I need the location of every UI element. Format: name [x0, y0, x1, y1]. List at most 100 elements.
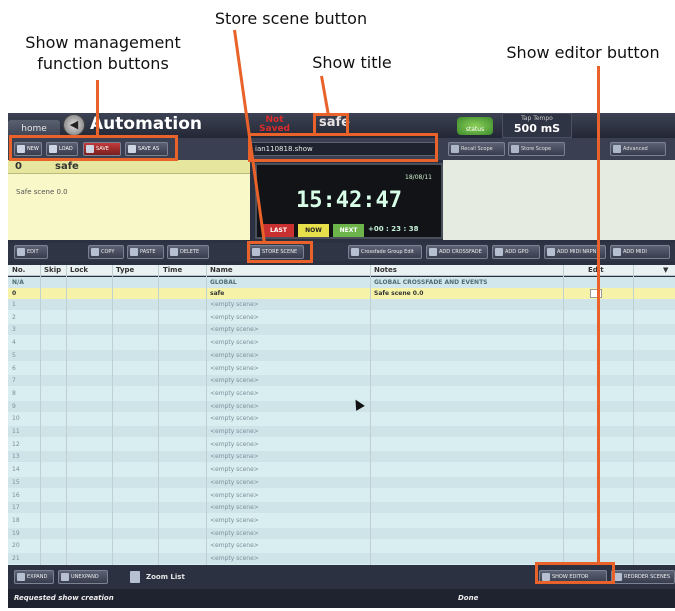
table-row[interactable]: 12 <empty scene>: [8, 439, 675, 450]
expand-button[interactable]: EXPAND: [14, 570, 54, 584]
row-name: <empty scene>: [210, 529, 259, 537]
current-scene-number: 0: [15, 161, 22, 172]
table-row[interactable]: 6 <empty scene>: [8, 363, 675, 374]
row-name: <empty scene>: [210, 491, 259, 499]
row-number: 19: [12, 529, 20, 537]
automation-window: home ◀ Automation Not Saved safe status …: [8, 113, 675, 608]
row-number: 9: [12, 402, 16, 410]
table-row[interactable]: 19 <empty scene>: [8, 527, 675, 539]
now-scene-button[interactable]: NOW: [298, 224, 329, 237]
col-time[interactable]: Time: [163, 266, 182, 274]
table-row[interactable]: 20 <empty scene>: [8, 540, 675, 551]
row-name: <empty scene>: [210, 440, 259, 448]
table-row[interactable]: 15 <empty scene>: [8, 476, 675, 488]
paste-icon: [130, 248, 138, 256]
table-row-selected[interactable]: 0 safe Safe scene 0.0: [8, 288, 675, 299]
advanced-icon: [613, 145, 621, 153]
add-gpo-label: ADD GPO: [505, 249, 529, 255]
col-skip[interactable]: Skip: [44, 266, 61, 274]
column-divider: [158, 265, 159, 565]
zoom-icon[interactable]: [130, 571, 140, 583]
store-icon: [511, 145, 519, 153]
col-type[interactable]: Type: [116, 266, 134, 274]
store-label: Store Scope: [521, 146, 552, 152]
table-row[interactable]: 8 <empty scene>: [8, 388, 675, 399]
annotation-show-management: Show management function buttons: [25, 33, 181, 73]
table-row[interactable]: 10 <empty scene>: [8, 413, 675, 424]
row-number: 10: [12, 415, 20, 423]
last-scene-button[interactable]: LAST: [263, 224, 294, 237]
col-no[interactable]: No.: [12, 266, 25, 274]
advanced-button[interactable]: Advanced: [610, 142, 666, 156]
table-row[interactable]: 9 <empty scene>: [8, 400, 675, 412]
table-row[interactable]: 4 <empty scene>: [8, 337, 675, 348]
delete-button[interactable]: DELETE: [167, 245, 209, 259]
back-arrow-icon[interactable]: ◀: [63, 114, 85, 136]
table-row[interactable]: 18 <empty scene>: [8, 515, 675, 526]
tap-tempo-value: 500 mS: [513, 122, 561, 135]
add-midi-button[interactable]: ADD MIDI: [610, 245, 670, 259]
next-scene-panel: [443, 160, 675, 240]
crossfade-group-edit-button[interactable]: Crossfade Group Edit: [348, 245, 422, 259]
table-row[interactable]: 1 <empty scene>: [8, 299, 675, 310]
col-notes[interactable]: Notes: [374, 266, 397, 274]
table-row[interactable]: 2 <empty scene>: [8, 312, 675, 323]
col-edit[interactable]: Edit: [588, 266, 604, 274]
recall-scope-button[interactable]: Recall Scope: [448, 142, 505, 156]
row-name: <empty scene>: [210, 364, 259, 372]
column-divider: [563, 265, 564, 565]
reorder-label: REORDER SCENES: [624, 574, 671, 580]
store-scope-button[interactable]: Store Scope: [508, 142, 565, 156]
table-row[interactable]: 3 <empty scene>: [8, 324, 675, 336]
table-row[interactable]: 17 <empty scene>: [8, 502, 675, 514]
status-message: Requested show creation: [14, 594, 114, 602]
row-notes: Safe scene 0.0: [374, 290, 424, 297]
tap-tempo[interactable]: Tap Tempo 500 mS: [502, 113, 572, 138]
add-gpo-button[interactable]: ADD GPO: [492, 245, 540, 259]
relative-time: +00 : 23 : 38: [368, 225, 419, 233]
add-midi-label: ADD MIDI: [623, 249, 647, 255]
annotation-store-scene: Store scene button: [214, 9, 368, 28]
annotation-show-editor: Show editor button: [506, 43, 660, 62]
row-number: 17: [12, 504, 20, 512]
column-divider: [633, 265, 634, 565]
recall-icon: [451, 145, 459, 153]
col-lock[interactable]: Lock: [70, 266, 88, 274]
paste-button[interactable]: PASTE: [127, 245, 164, 259]
zoom-list-label[interactable]: Zoom List: [146, 573, 185, 581]
col-name[interactable]: Name: [210, 266, 233, 274]
table-row[interactable]: 11 <empty scene>: [8, 426, 675, 437]
edit-button[interactable]: EDIT: [14, 245, 48, 259]
table-row[interactable]: 14 <empty scene>: [8, 464, 675, 475]
row-name: <empty scene>: [210, 466, 259, 474]
tap-tempo-label: Tap Tempo: [521, 115, 553, 122]
row-name: <empty scene>: [210, 428, 259, 435]
row-name: <empty scene>: [210, 351, 259, 359]
table-row[interactable]: 13 <empty scene>: [8, 451, 675, 463]
column-divider: [66, 265, 67, 565]
row-number: 1: [12, 301, 16, 308]
copy-button[interactable]: COPY: [88, 245, 124, 259]
next-scene-button[interactable]: NEXT: [333, 224, 364, 237]
clock-panel: 18/08/11 15:42:47 LAST NOW NEXT +00 : 23…: [255, 163, 443, 239]
callout-box-show-editor: [535, 562, 615, 584]
table-row[interactable]: 5 <empty scene>: [8, 349, 675, 361]
unexpand-button[interactable]: UNEXPAND: [58, 570, 108, 584]
callout-box-store-scene: [247, 241, 313, 263]
edit-label: EDIT: [27, 249, 39, 255]
column-menu-icon[interactable]: ▼: [663, 266, 668, 274]
reorder-scenes-button[interactable]: REORDER SCENES: [611, 570, 675, 584]
edit-checkbox[interactable]: [590, 289, 602, 298]
column-divider: [206, 265, 207, 565]
table-row[interactable]: 7 <empty scene>: [8, 375, 675, 387]
callout-line-show-management: [96, 80, 99, 136]
current-scene-name: safe: [55, 161, 79, 172]
delete-label: DELETE: [180, 249, 200, 255]
delete-icon: [170, 248, 178, 256]
row-name: <empty scene>: [210, 453, 259, 461]
table-row[interactable]: 16 <empty scene>: [8, 490, 675, 501]
add-crossfade-button[interactable]: ADD CROSSFADE: [426, 245, 488, 259]
row-name: <empty scene>: [210, 555, 259, 562]
row-name: <empty scene>: [210, 542, 259, 550]
table-row-global[interactable]: N/A GLOBAL GLOBAL CROSSFADE AND EVENTS: [8, 277, 675, 288]
